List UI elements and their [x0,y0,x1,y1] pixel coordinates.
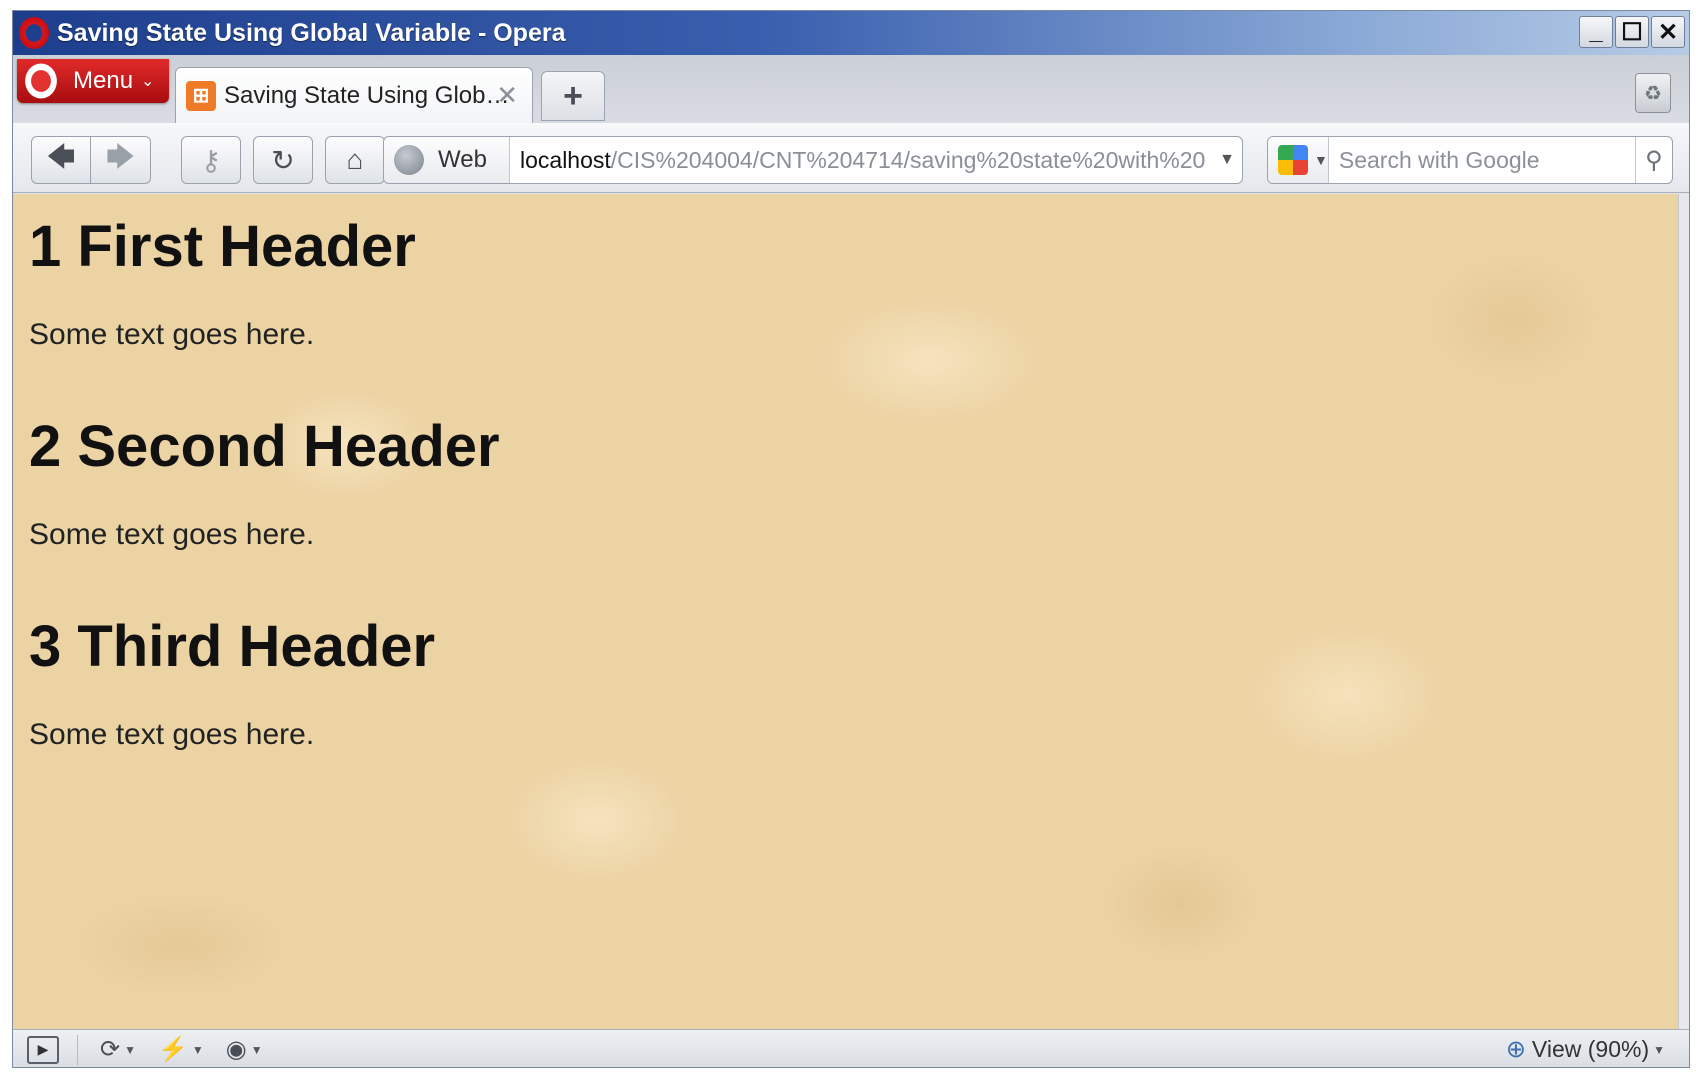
page-content: 1 First Header Some text goes here. 2 Se… [13,194,1680,1029]
back-button[interactable]: 🡄 [31,136,91,184]
search-box: ▼ ⚲ [1267,136,1673,184]
page-scrollbar[interactable] [1678,194,1689,1029]
opera-logo-icon [19,17,49,49]
sync-icon: ⟳ [100,1036,121,1063]
section-header-2: 2 Second Header [29,414,500,479]
sync-button[interactable]: ⟳ ▼ [100,1035,136,1064]
web-label: Web [438,146,487,173]
new-tab-button[interactable]: + [541,71,605,121]
chevron-down-icon: ▼ [1653,1042,1665,1057]
close-button[interactable]: ✕ [1651,16,1685,48]
key-icon: ⚷ [200,144,222,176]
chevron-down-icon: ▼ [124,1042,136,1057]
section-text-3: Some text goes here. [29,718,315,751]
unite-button[interactable]: ◉ ▼ [226,1035,263,1064]
opera-logo-icon [21,59,61,103]
password-manager-button[interactable]: ⚷ [181,136,241,184]
tab-title: Saving State Using Glob… [224,81,510,109]
maximize-button[interactable]: ☐ [1615,16,1649,48]
forward-arrow-icon: 🡆 [106,141,135,172]
zoom-icon: ⊕ [1505,1036,1526,1063]
back-forward-group: 🡄 🡆 [31,136,151,184]
chevron-down-icon: ⌄ [141,73,155,90]
window-controls: _ ☐ ✕ [1579,16,1685,48]
tab-active[interactable]: ⊞ Saving State Using Glob… ✕ [175,67,533,123]
url-host: localhost [520,146,611,173]
panel-icon: ▶ [37,1041,49,1057]
page-favicon-icon: ⊞ [186,80,216,111]
search-input[interactable] [1338,137,1635,183]
url-input[interactable]: localhost/CIS%204004/CNT%204714/saving%2… [520,147,1212,174]
window-title: Saving State Using Global Variable - Ope… [57,18,566,47]
chevron-down-icon: ▼ [191,1042,204,1057]
home-icon: ⌂ [346,144,364,175]
globe-icon [394,145,424,175]
navigation-bar: 🡄 🡆 ⚷ ↻ ⌂ Web localhost/CIS%204004/CNT%2… [13,123,1689,193]
turbo-button[interactable]: ⚡ ▼ [158,1035,204,1064]
unite-icon: ◉ [225,1036,247,1063]
panel-toggle-button[interactable]: ▶ [27,1035,59,1064]
tab-close-icon[interactable]: ✕ [496,80,518,111]
turbo-icon: ⚡ [158,1036,188,1063]
forward-button[interactable]: 🡆 [91,136,151,184]
google-icon [1278,145,1308,175]
reload-group: ↻ [253,136,313,184]
section-header-3: 3 Third Header [29,614,436,679]
tab-bar: Menu ⌄ ⊞ Saving State Using Glob… ✕ + ♻ [13,55,1689,123]
reload-icon: ↻ [271,144,295,176]
url-path: /CIS%204004/CNT%204714/saving%20state%20… [610,146,1206,173]
home-group: ⌂ [325,136,385,184]
chevron-down-icon: ▼ [250,1042,263,1057]
address-bar[interactable]: Web localhost/CIS%204004/CNT%204714/savi… [383,136,1243,184]
section-header-1: 1 First Header [29,214,416,279]
home-button[interactable]: ⌂ [325,136,385,184]
menu-label: Menu [73,67,134,94]
search-button[interactable]: ⚲ [1634,137,1672,183]
browser-window: Saving State Using Global Variable - Ope… [12,10,1690,1068]
title-bar[interactable]: Saving State Using Global Variable - Ope… [13,11,1689,55]
status-divider [77,1034,78,1065]
address-dropdown-icon[interactable]: ▼ [1212,151,1242,169]
key-group: ⚷ [181,136,241,184]
search-icon: ⚲ [1645,146,1663,174]
reload-button[interactable]: ↻ [253,136,313,184]
status-bar: ▶ ⟳ ▼ ⚡ ▼ ◉ ▼ ⊕ View (90%) ▼ [13,1029,1689,1067]
minimize-button[interactable]: _ [1579,16,1613,48]
zoom-control[interactable]: ⊕ View (90%) ▼ [1506,1035,1665,1064]
search-engine-selector[interactable]: ▼ [1268,137,1329,183]
back-arrow-icon: 🡄 [46,141,76,172]
opera-menu-button[interactable]: Menu ⌄ [17,59,169,103]
section-text-2: Some text goes here. [29,518,315,551]
site-info-button[interactable]: Web [384,137,510,183]
zoom-label: View (90%) [1531,1036,1650,1062]
section-text-1: Some text goes here. [29,318,315,351]
trash-icon[interactable]: ♻ [1635,73,1671,113]
chevron-down-icon: ▼ [1314,152,1328,168]
